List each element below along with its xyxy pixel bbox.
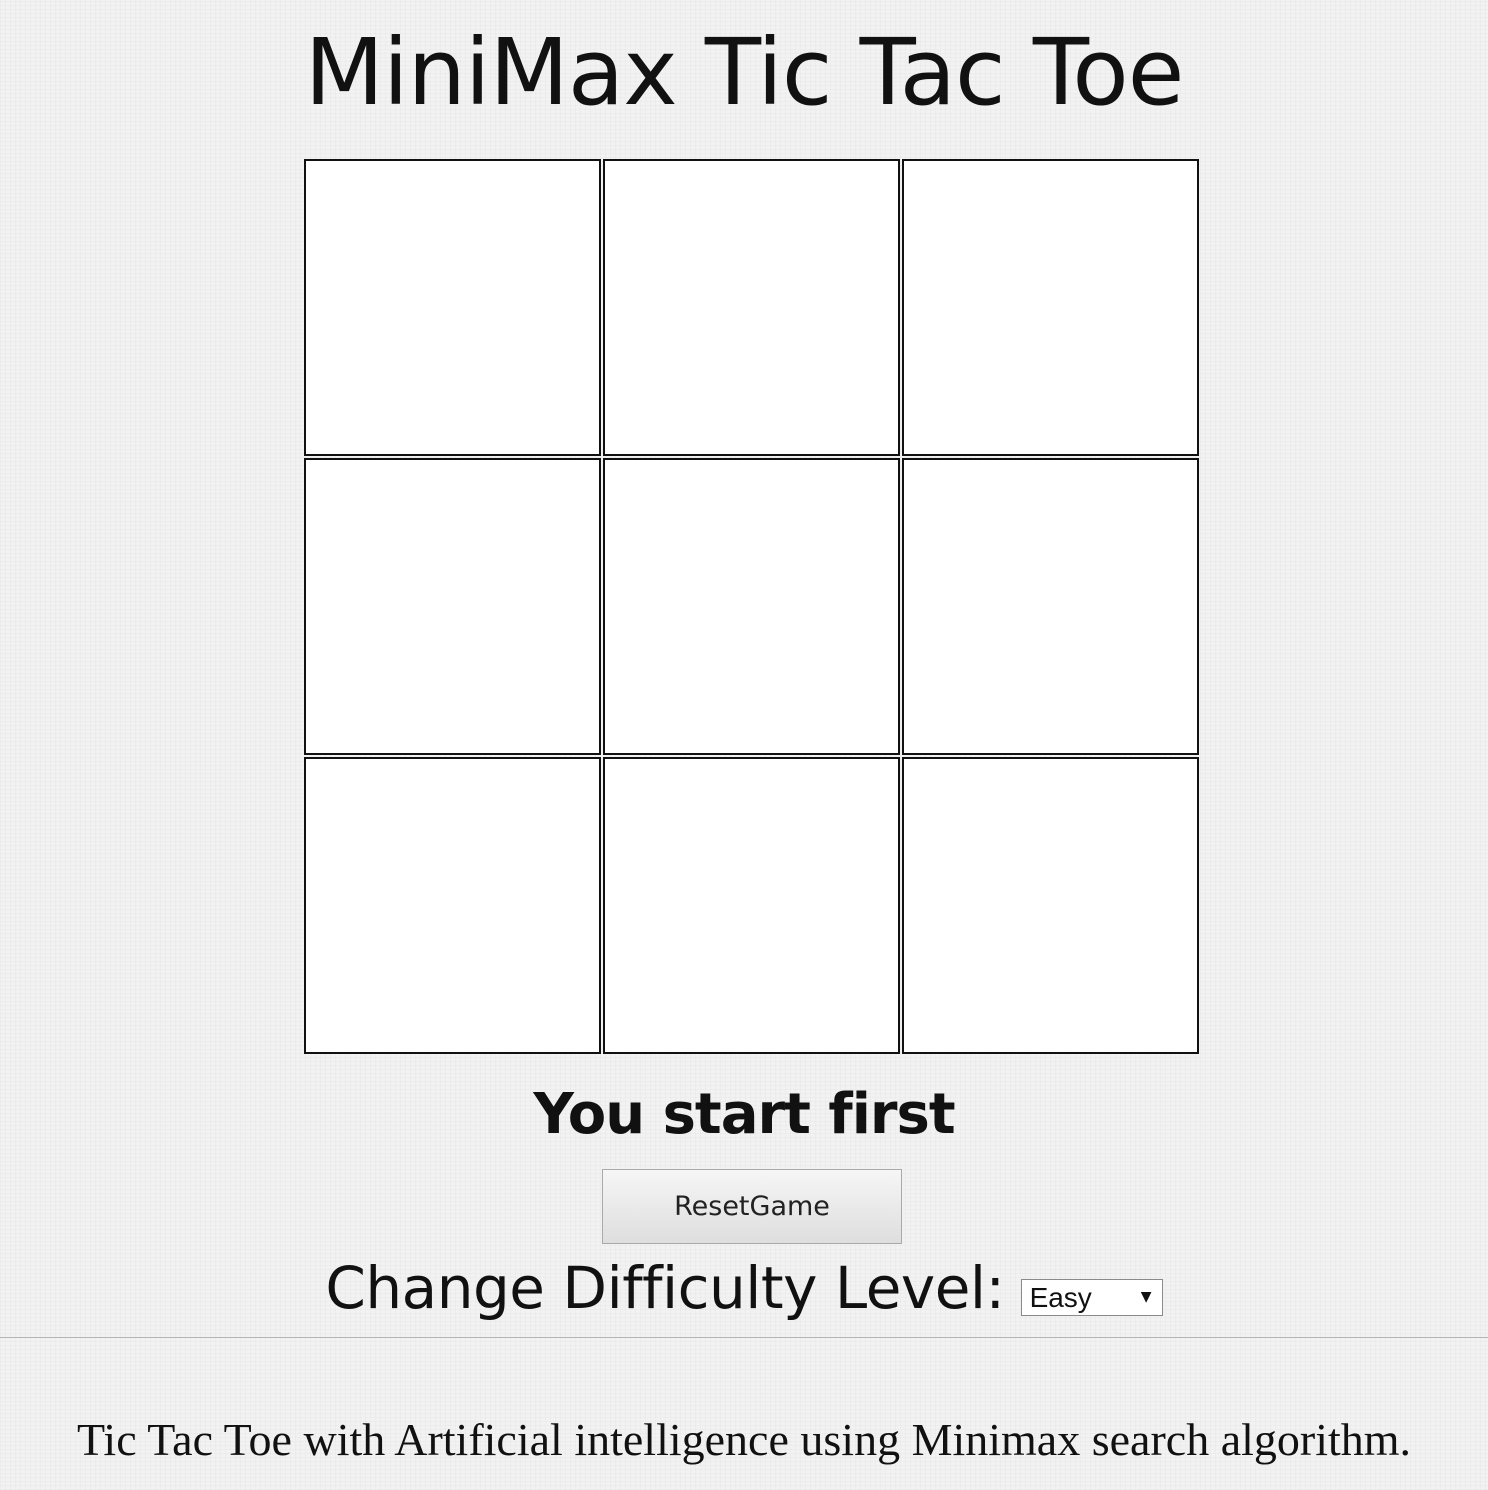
board-cell-7[interactable] <box>304 757 601 1054</box>
difficulty-label: Change Difficulty Level: <box>325 1254 1005 1322</box>
footer-description: Tic Tac Toe with Artificial intelligence… <box>76 1414 1412 1465</box>
board-cell-3[interactable] <box>902 159 1199 456</box>
board-cell-8[interactable] <box>603 757 900 1054</box>
divider <box>0 1337 1488 1338</box>
difficulty-select[interactable]: Easy ▼ <box>1020 1278 1163 1316</box>
reset-game-button[interactable]: ResetGame <box>602 1169 902 1244</box>
board-cell-4[interactable] <box>304 458 601 755</box>
board-cell-2[interactable] <box>603 159 900 456</box>
game-board <box>304 159 1200 1055</box>
board-cell-5[interactable] <box>603 458 900 755</box>
page-title: MiniMax Tic Tac Toe <box>304 19 1185 126</box>
board-cell-9[interactable] <box>902 757 1199 1054</box>
difficulty-selected-value: Easy <box>1029 1281 1092 1313</box>
dropdown-arrow-icon: ▼ <box>1140 1288 1152 1305</box>
game-status-message: You start first <box>533 1082 955 1147</box>
board-cell-1[interactable] <box>304 159 601 456</box>
difficulty-row: Change Difficulty Level: Easy ▼ <box>0 1252 1488 1324</box>
board-cell-6[interactable] <box>902 458 1199 755</box>
